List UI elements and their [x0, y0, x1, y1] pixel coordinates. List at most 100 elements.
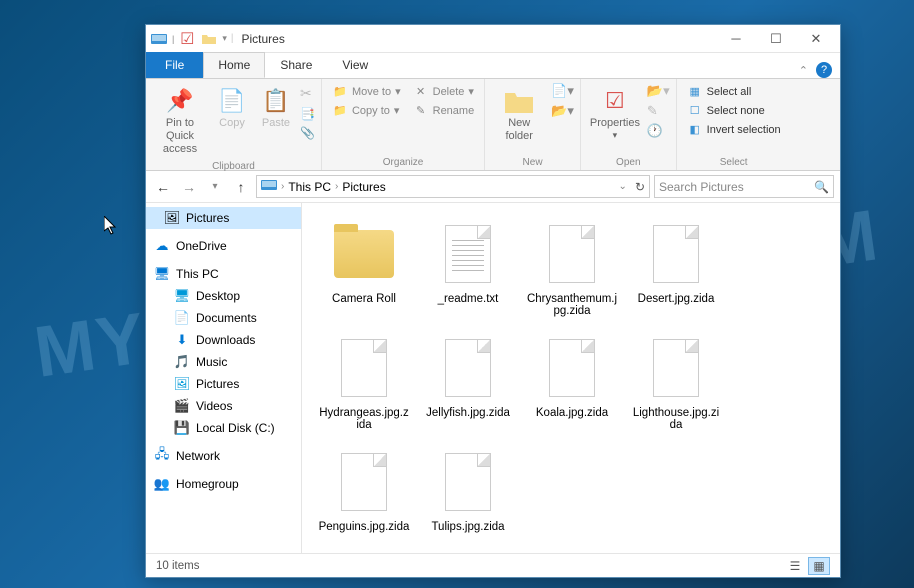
select-label: Select	[683, 155, 785, 168]
moveto-icon: 📁	[332, 85, 348, 98]
rename-icon: ✎	[413, 104, 429, 117]
pin-button[interactable]: 📌 Pin to Quick access	[152, 83, 208, 159]
sidebar-item-localdisk[interactable]: 💾Local Disk (C:)	[146, 417, 301, 439]
properties-button[interactable]: ☑ Properties ▾	[587, 83, 643, 143]
copy-button[interactable]: 📄 Copy	[212, 83, 252, 132]
file-item[interactable]: Hydrangeas.jpg.zida	[314, 329, 414, 435]
file-label: Penguins.jpg.zida	[319, 521, 410, 533]
help-icon[interactable]: ?	[816, 62, 832, 78]
disk-icon: 💾	[174, 420, 190, 436]
forward-button[interactable]: →	[178, 176, 200, 198]
blank-file-icon	[537, 219, 607, 289]
delete-button[interactable]: ✕Delete ▾	[409, 83, 479, 100]
navigation-pane: 🖼Pictures ☁OneDrive 🖥This PC 🖥Desktop 📄D…	[146, 203, 302, 553]
sidebar-item-downloads[interactable]: ⬇Downloads	[146, 329, 301, 351]
copy-icon: 📄	[218, 85, 245, 117]
back-button[interactable]: ←	[152, 176, 174, 198]
up-button[interactable]: ↑	[230, 176, 252, 198]
open-icon[interactable]: 📂▾	[647, 83, 670, 99]
breadcrumb-sep: ›	[335, 181, 338, 192]
documents-icon: 📄	[174, 310, 190, 326]
open-label: Open	[587, 155, 670, 168]
sidebar-item-pictures2[interactable]: 🖼Pictures	[146, 373, 301, 395]
file-item[interactable]: _readme.txt	[418, 215, 518, 321]
folder-icon[interactable]	[200, 31, 218, 47]
new-label: New	[491, 155, 574, 168]
sidebar-item-homegroup[interactable]: 👥Homegroup	[146, 473, 301, 495]
tab-share[interactable]: Share	[265, 52, 327, 78]
file-view[interactable]: Camera Roll _readme.txt Chrysanthemum.jpg.…	[302, 203, 840, 553]
blank-file-icon	[329, 447, 399, 517]
rename-button[interactable]: ✎Rename	[409, 102, 479, 119]
file-item[interactable]: Desert.jpg.zida	[626, 215, 726, 321]
tab-home[interactable]: Home	[203, 52, 265, 78]
file-item[interactable]: Jellyfish.jpg.zida	[418, 329, 518, 435]
file-item[interactable]: Chrysanthemum.jpg.zida	[522, 215, 622, 321]
copyto-button[interactable]: 📁Copy to ▾	[328, 102, 405, 119]
sidebar-item-music[interactable]: 🎵Music	[146, 351, 301, 373]
file-label: _readme.txt	[438, 293, 499, 305]
sidebar-item-network[interactable]: 🖧Network	[146, 445, 301, 467]
icons-view-button[interactable]: ▦	[808, 557, 830, 575]
titlebar: | ☑ ▾ | Pictures ─ ☐ ✕	[146, 25, 840, 53]
paste-button[interactable]: 📋 Paste	[256, 83, 296, 132]
delete-icon: ✕	[413, 85, 429, 98]
qat-dropdown-icon[interactable]: ▾	[222, 33, 227, 44]
text-file-icon	[433, 219, 503, 289]
file-label: Jellyfish.jpg.zida	[426, 407, 510, 419]
maximize-button[interactable]: ☐	[756, 26, 796, 52]
easy-access-icon[interactable]: 📂▾	[551, 103, 574, 119]
sidebar-item-onedrive[interactable]: ☁OneDrive	[146, 235, 301, 257]
network-icon: 🖧	[154, 448, 170, 464]
paste-icon: 📋	[262, 85, 289, 117]
tab-view[interactable]: View	[327, 52, 383, 78]
file-item[interactable]: Tulips.jpg.zida	[418, 443, 518, 537]
tab-file[interactable]: File	[146, 52, 203, 78]
minimize-button[interactable]: ─	[716, 26, 756, 52]
address-input[interactable]: › This PC › Pictures ⌄ ↻	[256, 175, 650, 198]
selectall-icon: ▦	[687, 85, 703, 98]
refresh-icon[interactable]: ↻	[635, 180, 645, 194]
pictures-icon: 🖼	[164, 210, 180, 226]
window-title: Pictures	[241, 32, 284, 46]
file-item[interactable]: Koala.jpg.zida	[522, 329, 622, 435]
file-item[interactable]: Camera Roll	[314, 215, 414, 321]
videos-icon: 🎬	[174, 398, 190, 414]
selectnone-button[interactable]: ☐Select none	[683, 102, 785, 119]
breadcrumb-sep: ›	[281, 181, 284, 192]
collapse-ribbon-icon[interactable]: ⌃	[799, 64, 808, 77]
copy-path-icon[interactable]: 📑	[300, 107, 315, 121]
sidebar-item-thispc[interactable]: 🖥This PC	[146, 263, 301, 285]
file-item[interactable]: Penguins.jpg.zida	[314, 443, 414, 537]
sidebar-item-videos[interactable]: 🎬Videos	[146, 395, 301, 417]
close-button[interactable]: ✕	[796, 26, 836, 52]
blank-file-icon	[433, 447, 503, 517]
edit-icon[interactable]: ✎	[647, 103, 670, 119]
details-view-button[interactable]: ☰	[784, 557, 806, 575]
moveto-button[interactable]: 📁Move to ▾	[328, 83, 405, 100]
breadcrumb-thispc[interactable]: This PC	[288, 180, 331, 194]
recent-button[interactable]: ▾	[204, 176, 226, 198]
history-icon[interactable]: 🕐	[647, 123, 670, 139]
address-dropdown-icon[interactable]: ⌄	[619, 181, 627, 192]
new-item-icon[interactable]: 📄▾	[551, 83, 574, 99]
paste-shortcut-icon[interactable]: 📎	[300, 126, 315, 140]
cursor-icon	[104, 216, 120, 241]
selectall-button[interactable]: ▦Select all	[683, 83, 785, 100]
qat-divider: |	[172, 34, 174, 44]
properties-icon[interactable]: ☑	[178, 31, 196, 47]
cut-icon[interactable]: ✂	[300, 85, 315, 102]
breadcrumb-pictures[interactable]: Pictures	[342, 180, 385, 194]
selectnone-icon: ☐	[687, 104, 703, 117]
search-input[interactable]: Search Pictures 🔍	[654, 175, 834, 198]
qat-sep: |	[231, 33, 234, 44]
newfolder-button[interactable]: New folder	[491, 83, 547, 145]
file-label: Camera Roll	[332, 293, 396, 305]
explorer-window: | ☑ ▾ | Pictures ─ ☐ ✕ File Home Share V…	[145, 24, 841, 578]
sidebar-item-pictures[interactable]: 🖼Pictures	[146, 207, 301, 229]
sidebar-item-desktop[interactable]: 🖥Desktop	[146, 285, 301, 307]
homegroup-icon: 👥	[154, 476, 170, 492]
file-item[interactable]: Lighthouse.jpg.zida	[626, 329, 726, 435]
sidebar-item-documents[interactable]: 📄Documents	[146, 307, 301, 329]
invert-button[interactable]: ◧Invert selection	[683, 121, 785, 138]
